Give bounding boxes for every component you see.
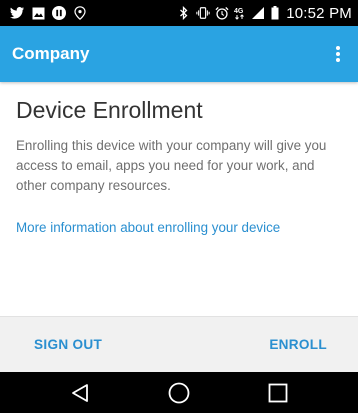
- bluetooth-icon: [177, 6, 191, 20]
- clock-time: 10:52 PM: [286, 4, 352, 22]
- navigation-bar: [0, 372, 358, 413]
- app-title: Company: [12, 44, 90, 63]
- sign-out-button[interactable]: SIGN OUT: [34, 337, 102, 352]
- pause-icon: [52, 6, 66, 20]
- twitter-icon: [10, 6, 24, 20]
- location-icon: [73, 6, 87, 20]
- alarm-icon: [215, 6, 229, 20]
- system-icons: 4G 10:52 PM: [177, 5, 352, 22]
- data-4g-icon: 4G: [234, 6, 246, 20]
- vibrate-icon: [196, 6, 210, 20]
- more-info-link[interactable]: More information about enrolling your de…: [16, 220, 342, 235]
- home-circle-icon: [168, 382, 190, 403]
- home-button[interactable]: [159, 372, 199, 413]
- more-vert-icon: [336, 46, 340, 62]
- image-icon: [31, 6, 45, 20]
- recents-square-icon: [268, 383, 288, 402]
- app-bar: Company: [0, 26, 358, 82]
- status-bar: 4G 10:52 PM: [0, 0, 358, 26]
- enrollment-description: Enrolling this device with your company …: [16, 138, 327, 193]
- enrollment-content: Device Enrollment Enrolling this device …: [0, 82, 358, 316]
- signal-icon: [251, 6, 265, 20]
- recents-button[interactable]: [258, 372, 298, 413]
- back-button[interactable]: [60, 372, 100, 413]
- svg-text:4G: 4G: [234, 8, 244, 15]
- enroll-button[interactable]: ENROLL: [269, 337, 327, 352]
- action-bar: SIGN OUT ENROLL: [0, 316, 358, 372]
- notification-icons: [10, 6, 87, 20]
- back-triangle-icon: [71, 383, 88, 402]
- battery-icon: [270, 6, 279, 20]
- page-title: Device Enrollment: [16, 97, 203, 123]
- overflow-menu-button[interactable]: [328, 39, 348, 69]
